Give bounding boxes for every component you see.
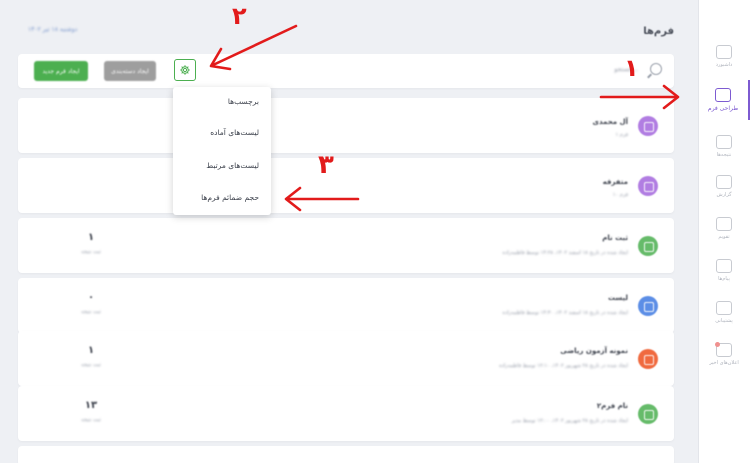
form-design-icon (715, 88, 731, 102)
form-icon (638, 236, 658, 256)
gear-icon (180, 65, 190, 75)
new-category-button[interactable]: ایجاد دسته‌بندی (104, 61, 156, 81)
sidebar-item-support[interactable]: پشتیبانی (698, 292, 750, 332)
row-title: لیست (607, 294, 628, 302)
row-subtitle: ایجاد شده در تاریخ ۲۸ شهریور ۱۴۰۲، ۱۲:۰۰… (511, 418, 628, 424)
result-count-label: ثبت نتیجه (81, 249, 101, 255)
list-item[interactable]: نمونه آزمون ریاضی ایجاد شده در تاریخ ۲۸ … (18, 331, 674, 386)
settings-dropdown: برچسب‌ها لیست‌های آماده لیست‌های مرتبط ح… (173, 87, 271, 215)
annotation-number-1: ۱ (624, 54, 639, 82)
list-item[interactable]: متفرقه ۱۰ فرم (18, 158, 674, 213)
sidebar-item-report[interactable]: گزارش (698, 166, 750, 206)
menu-item-attachments-size[interactable]: حجم ضمائم فرم‌ها (201, 193, 259, 202)
row-title: نمونه آزمون ریاضی (560, 347, 628, 355)
toolbar: ایجاد فرم جدید ایجاد دسته‌بندی جستجو... (18, 54, 674, 88)
sidebar-item-label: نتیجه‌ها (716, 151, 732, 158)
search-icon[interactable] (650, 63, 662, 75)
row-subtitle: ایجاد شده در تاریخ ۲۸ شهریور ۱۴۰۲، ۱۲:۱۰… (499, 363, 628, 369)
menu-item-ready-lists[interactable]: لیست‌های آماده (210, 128, 259, 137)
row-subtitle: ایجاد شده در تاریخ ۱۸ اسفند ۱۴۰۲، ۱۴:۲۸ … (502, 250, 628, 256)
result-count: ۱۳ (84, 400, 98, 411)
sidebar-item-messages[interactable]: پیام‌ها (698, 250, 750, 290)
sidebar-item-label: گزارش (716, 191, 732, 198)
list-item[interactable]: لیست ایجاد شده در تاریخ ۱۸ اسفند ۱۴۰۲، ۱… (18, 278, 674, 333)
result-count: ۱ (87, 232, 95, 243)
folder-icon (638, 176, 658, 196)
page-title: فرم‌ها (643, 26, 674, 37)
new-form-button[interactable]: ایجاد فرم جدید (34, 61, 88, 81)
form-icon (638, 349, 658, 369)
main-content: فرم‌ها دوشنبه ۱۸ تیر ۱۴۰۲ ایجاد فرم جدید… (18, 0, 674, 463)
row-subtitle: ۱۰ فرم (612, 192, 628, 198)
row-subtitle: ۱ فرم (615, 132, 628, 138)
date-label: دوشنبه ۱۸ تیر ۱۴۰۲ (28, 26, 78, 33)
sidebar-item-calendar[interactable]: تقویم (698, 208, 750, 248)
sidebar-item-form-design[interactable]: طراحی فرم (698, 80, 750, 120)
folder-icon (638, 116, 658, 136)
report-icon (716, 174, 732, 189)
dashboard-icon (716, 44, 732, 59)
list-item[interactable]: آل محمدی ۱ فرم (18, 98, 674, 153)
sidebar-item-notifications[interactable]: اعلان‌های اخیر (698, 334, 750, 374)
settings-button[interactable] (174, 59, 196, 81)
list-item[interactable]: نام فرم۲ ایجاد شده در تاریخ ۲۸ شهریور ۱۴… (18, 386, 674, 441)
calendar-icon (716, 216, 732, 231)
form-icon (638, 296, 658, 316)
notification-badge (715, 341, 720, 347)
sidebar-item-label: طراحی فرم (707, 105, 739, 112)
row-title: آل محمدی (592, 118, 628, 126)
sidebar-item-label: داشبورد (715, 61, 733, 68)
form-icon (638, 404, 658, 424)
row-title: ثبت نام (602, 234, 628, 242)
list-item[interactable] (18, 446, 674, 463)
result-count-label: ثبت نتیجه (81, 362, 101, 368)
sidebar-item-label: پیام‌ها (718, 275, 730, 282)
sidebar-item-label: تقویم (718, 233, 730, 240)
result-count: ۰ (87, 292, 95, 303)
notifications-icon (715, 341, 732, 357)
result-count: ۱ (87, 345, 95, 356)
sidebar-item-label: پشتیبانی (715, 317, 733, 324)
menu-item-labels[interactable]: برچسب‌ها (228, 97, 259, 106)
list-item[interactable]: ثبت نام ایجاد شده در تاریخ ۱۸ اسفند ۱۴۰۲… (18, 218, 674, 273)
menu-item-related-lists[interactable]: لیست‌های مرتبط (206, 161, 259, 170)
sidebar-item-label: اعلان‌های اخیر (709, 359, 739, 366)
result-count-label: ثبت نتیجه (81, 417, 101, 423)
messages-icon (716, 258, 732, 273)
row-subtitle: ایجاد شده در تاریخ ۱۸ اسفند ۱۴۰۲، ۱۴:۳۰ … (502, 310, 628, 316)
row-title: نام فرم۲ (596, 402, 628, 410)
results-icon (716, 134, 732, 149)
sidebar-item-dashboard[interactable]: داشبورد (698, 36, 750, 76)
sidebar-item-results[interactable]: نتیجه‌ها (698, 126, 750, 166)
row-title: متفرقه (602, 178, 628, 186)
support-icon (716, 300, 732, 315)
annotation-number-2: ۲ (232, 2, 247, 30)
result-count-label: ثبت نتیجه (81, 309, 101, 315)
sidebar: داشبورد طراحی فرم نتیجه‌ها گزارش تقویم پ… (698, 0, 750, 463)
annotation-number-3: ۳ (318, 150, 334, 180)
